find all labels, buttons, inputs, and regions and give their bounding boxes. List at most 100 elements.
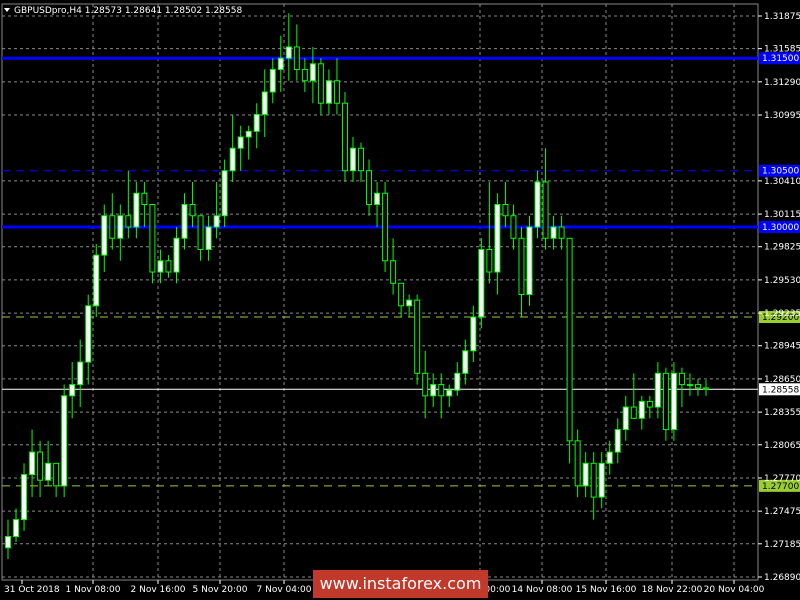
candle xyxy=(157,249,164,284)
time-tick-label: 31 Oct 2018 xyxy=(4,585,60,595)
candle xyxy=(221,159,228,228)
candle xyxy=(654,362,661,419)
candle xyxy=(197,215,204,261)
candle xyxy=(430,373,437,408)
candle-body xyxy=(366,170,373,206)
candle-body xyxy=(350,147,356,172)
price-tick-label: 1.30995 xyxy=(764,111,800,121)
candle xyxy=(414,294,421,385)
candle xyxy=(678,367,685,408)
watermark: www.instaforex.com xyxy=(313,570,488,598)
price-chart[interactable]: 1.315001.305001.300001.292001.277001.285… xyxy=(0,0,800,600)
candle-body xyxy=(454,372,461,391)
candle-body xyxy=(686,384,693,387)
candle xyxy=(622,395,629,441)
price-tick-label: 1.31290 xyxy=(764,78,800,88)
candle-body xyxy=(245,130,252,138)
candle xyxy=(53,462,60,498)
candle-body xyxy=(61,395,68,487)
candle xyxy=(574,429,581,498)
candle xyxy=(261,69,268,137)
candle-body xyxy=(590,462,597,498)
price-tick-label: 1.29530 xyxy=(764,276,800,286)
candle xyxy=(117,204,124,261)
candle-body xyxy=(374,192,381,206)
candle-body xyxy=(638,400,645,419)
chart-title-text: GBPUSDpro,H4 1.28573 1.28641 1.28502 1.2… xyxy=(14,6,242,16)
candle-body xyxy=(678,372,685,386)
candle xyxy=(422,350,429,419)
candle-body xyxy=(406,299,413,307)
candle-body xyxy=(45,462,52,481)
candle xyxy=(494,193,501,295)
candle xyxy=(253,103,260,149)
candle xyxy=(37,440,44,498)
chevron-down-icon[interactable] xyxy=(4,8,10,12)
candle-body xyxy=(205,226,212,251)
candle xyxy=(21,463,28,531)
candle-body xyxy=(510,215,517,239)
candle xyxy=(646,395,653,419)
candle xyxy=(550,215,557,250)
candle-body xyxy=(277,57,284,70)
price-tick-label: 1.28065 xyxy=(764,441,800,451)
candle xyxy=(213,181,220,239)
candle-body xyxy=(382,192,389,262)
candle xyxy=(350,136,356,182)
candle xyxy=(317,58,324,115)
level-label: 1.30000 xyxy=(762,223,799,233)
candle xyxy=(558,215,565,250)
candle xyxy=(366,159,373,216)
candle xyxy=(614,418,621,464)
candle xyxy=(398,282,405,318)
price-tick-label: 1.29235 xyxy=(764,309,800,319)
candle xyxy=(358,142,364,182)
candle-body xyxy=(518,237,525,296)
candle xyxy=(454,362,461,396)
price-tick-label: 1.28945 xyxy=(764,342,800,352)
candle xyxy=(69,362,76,419)
candle xyxy=(638,395,645,430)
candle-body xyxy=(390,260,397,284)
candle xyxy=(13,508,20,543)
candle xyxy=(181,193,188,250)
candle xyxy=(590,452,597,520)
candle xyxy=(406,294,413,318)
candle-body xyxy=(398,282,405,307)
time-tick-label: 15 Nov 16:00 xyxy=(576,585,637,595)
level-label: 1.31500 xyxy=(762,54,799,64)
time-tick-label: 18 Nov 22:00 xyxy=(642,585,703,595)
candle-body xyxy=(542,181,549,239)
candle xyxy=(85,294,92,385)
candle xyxy=(510,204,517,250)
candle-body xyxy=(558,226,565,239)
candle xyxy=(341,91,348,182)
candle-body xyxy=(109,215,116,239)
candle-body xyxy=(85,305,92,363)
candle-body xyxy=(414,299,421,374)
candle xyxy=(205,215,212,261)
candle-body xyxy=(117,215,124,239)
candle-body xyxy=(213,215,220,228)
candle xyxy=(229,114,236,182)
candle xyxy=(141,181,148,228)
price-tick-label: 1.28650 xyxy=(764,375,800,385)
candle-body xyxy=(703,387,709,390)
watermark-text: www.instaforex.com xyxy=(319,574,482,593)
candle xyxy=(5,519,11,559)
candle xyxy=(101,204,108,273)
price-tick-label: 1.31875 xyxy=(764,12,800,22)
candle-body xyxy=(293,46,300,70)
candle-body xyxy=(181,204,188,239)
time-tick-label: 20 Nov 04:00 xyxy=(704,585,765,595)
candle-body xyxy=(333,80,340,104)
candle xyxy=(542,148,549,250)
candle-body xyxy=(5,535,11,549)
candle-body xyxy=(13,519,20,537)
candle-body xyxy=(301,68,308,82)
candle-body xyxy=(534,181,541,228)
candle xyxy=(173,227,180,284)
chart-grid xyxy=(1,3,759,581)
candle-body xyxy=(606,451,613,464)
candle-body xyxy=(341,102,348,172)
